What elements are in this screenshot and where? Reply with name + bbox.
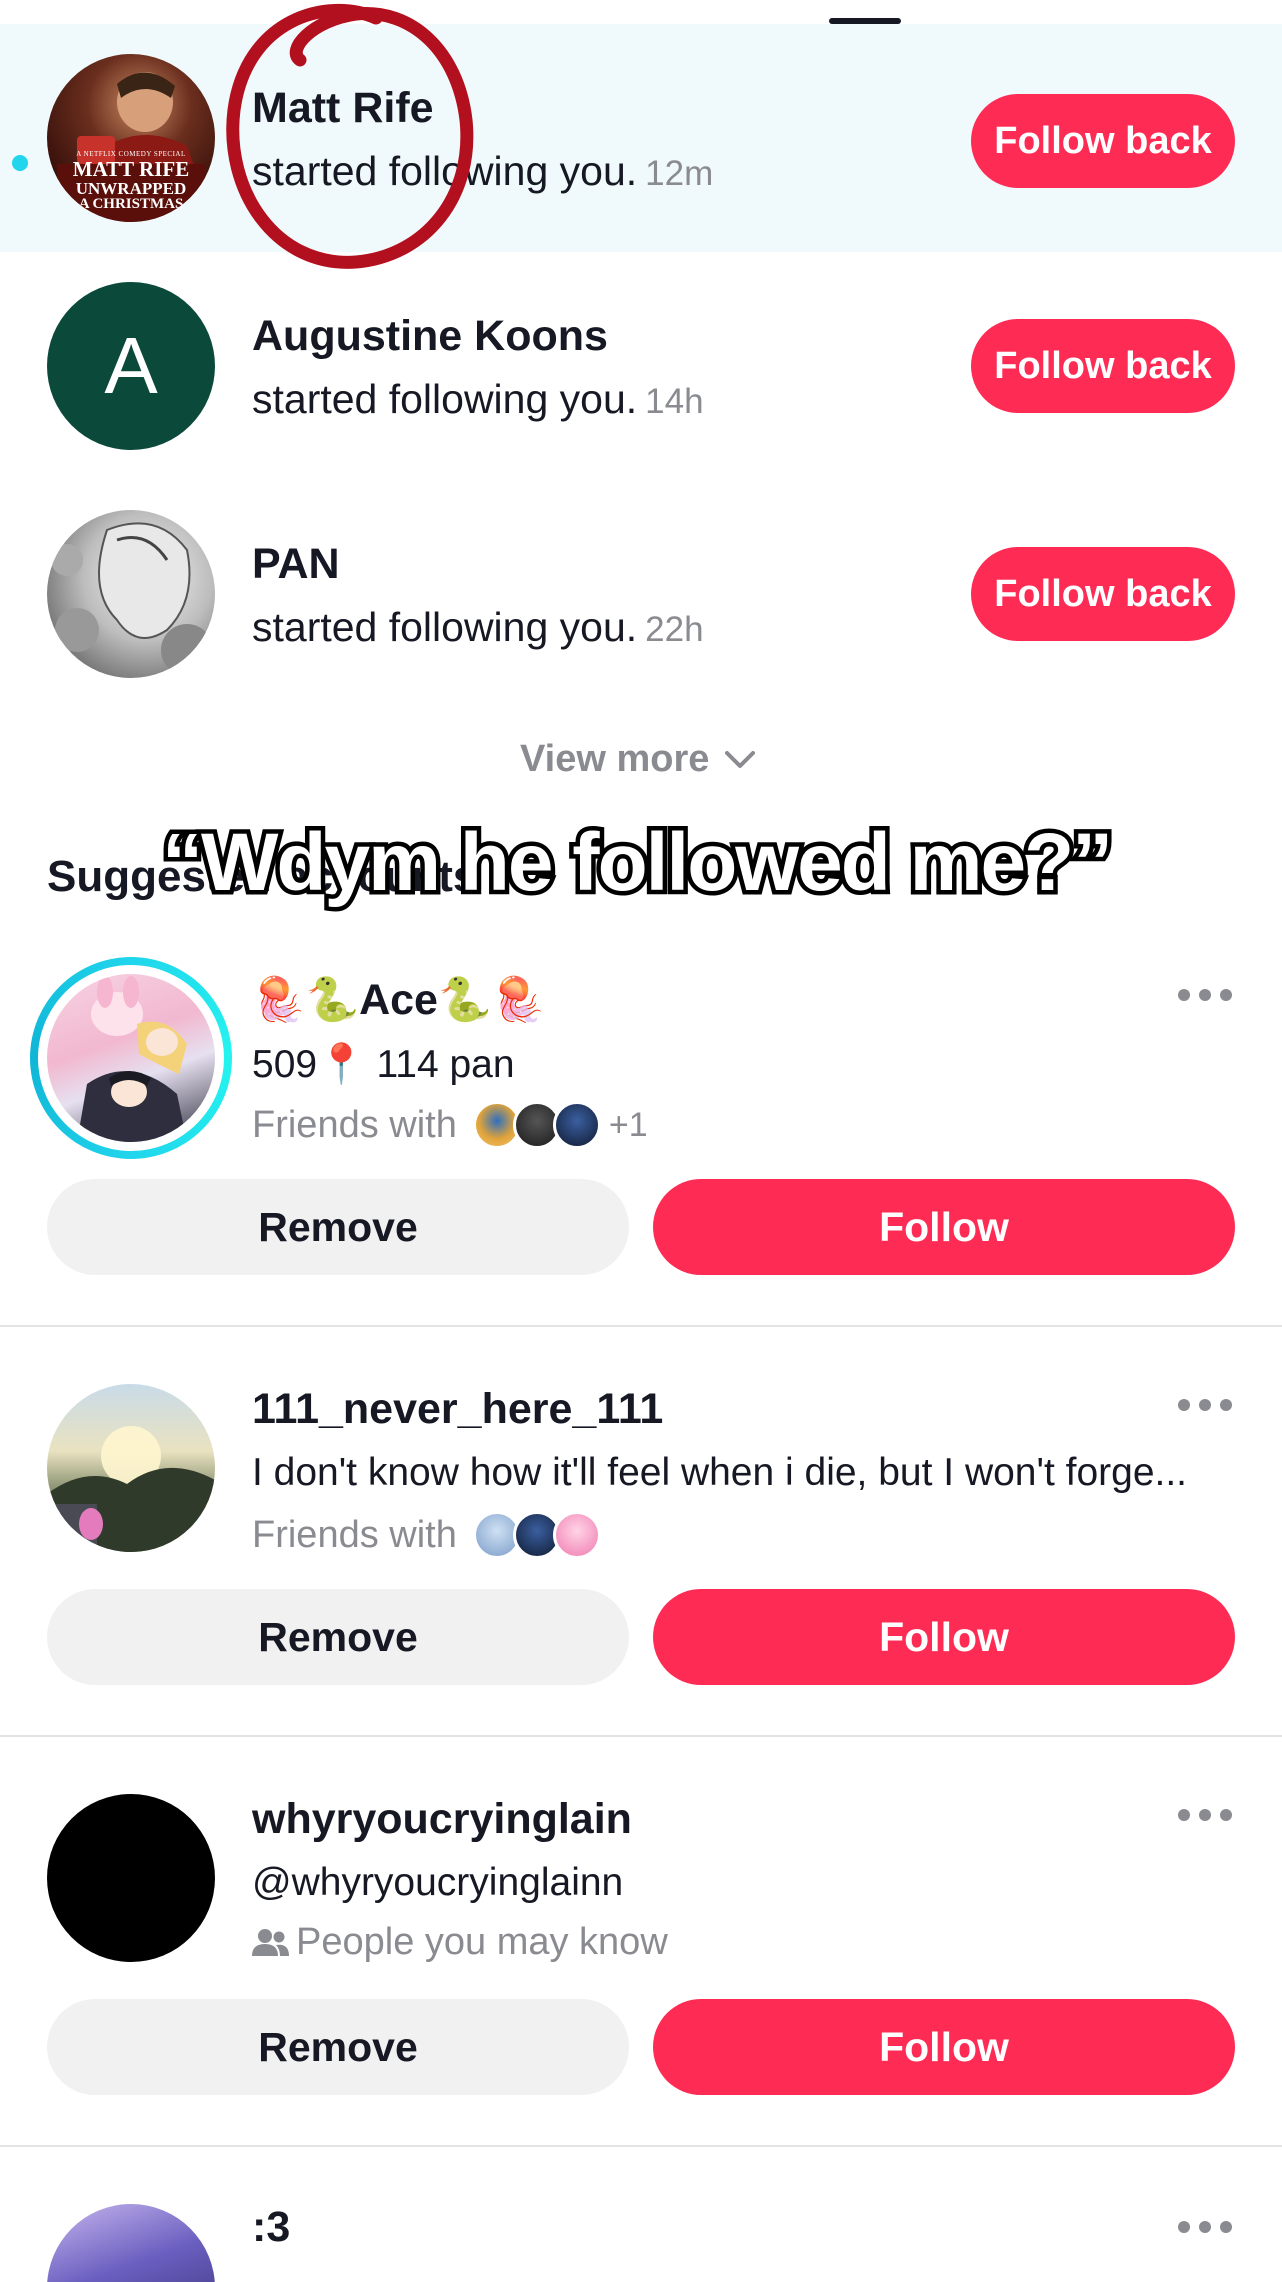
follow-button[interactable]: Follow	[653, 1589, 1235, 1685]
avatar[interactable]	[47, 1384, 215, 1552]
view-more-label: View more	[520, 738, 710, 780]
suggested-account-card[interactable]: 🪼🐍Ace🐍🪼 509📍 114 pan Friends with +1 Rem…	[0, 917, 1282, 1327]
remove-button[interactable]: Remove	[47, 1999, 629, 2095]
avatar-caption: A CHRISTMAS	[78, 196, 184, 212]
avatar-image	[51, 522, 213, 676]
notification-row[interactable]: PAN started following you. 22h Follow bac…	[0, 480, 1282, 708]
friends-with-label: Friends with	[252, 1103, 457, 1146]
suggested-username[interactable]: whyryoucryinglain	[252, 1795, 632, 1844]
notification-time: 14h	[645, 382, 704, 421]
circle-annotation	[226, 3, 474, 269]
avatar-caption: UNWRAPPED	[75, 179, 187, 198]
friend-avatar	[552, 1101, 601, 1149]
unread-dot-icon	[12, 155, 28, 171]
avatar[interactable]	[47, 510, 215, 678]
follow-back-button[interactable]: Follow back	[971, 547, 1235, 641]
suggested-account-card[interactable]: :3	[0, 2147, 1282, 2282]
notification-time: 12m	[645, 154, 714, 193]
overlay-caption: “Wdym he followed me?”	[157, 813, 1117, 913]
avatar[interactable]: A NETFLIX COMEDY SPECIAL MATT RIFE UNWRA…	[47, 54, 215, 222]
notification-row[interactable]: A NETFLIX COMEDY SPECIAL MATT RIFE UNWRA…	[0, 24, 1282, 252]
avatar[interactable]	[47, 1794, 215, 1962]
friends-with-row: Friends with	[252, 1511, 601, 1559]
follow-button[interactable]: Follow	[653, 1179, 1235, 1275]
friends-extra-count: +1	[608, 1105, 648, 1144]
suggested-account-card[interactable]: whyryoucryinglain @whyryoucryinglainn Pe…	[0, 1737, 1282, 2147]
notification-text: started following you. 14h	[252, 376, 704, 423]
more-horizontal-icon[interactable]	[1178, 1395, 1232, 1415]
avatar-image	[77, 976, 187, 1142]
suggested-account-card[interactable]: 111_never_here_111 I don't know how it'l…	[0, 1327, 1282, 1737]
friend-avatar	[552, 1511, 601, 1559]
avatar-image	[47, 1426, 215, 1552]
notification-username[interactable]: Augustine Koons	[252, 312, 608, 361]
suggested-bio: I don't know how it'll feel when i die, …	[252, 1451, 1188, 1494]
suggested-username[interactable]: :3	[252, 2203, 290, 2252]
avatar[interactable]: A	[47, 282, 215, 450]
avatar-initial: A	[104, 321, 158, 410]
notification-time: 22h	[645, 610, 704, 649]
suggested-bio: 509📍 114 pan	[252, 1043, 515, 1086]
more-horizontal-icon[interactable]	[1178, 985, 1232, 1005]
avatar[interactable]	[47, 2204, 215, 2282]
friends-with-row: Friends with +1	[252, 1101, 648, 1149]
view-more-button[interactable]: View more	[520, 738, 757, 781]
notification-row[interactable]: A Augustine Koons started following you.…	[0, 252, 1282, 480]
chevron-down-icon	[725, 750, 756, 768]
friends-with-label: Friends with	[252, 1513, 457, 1556]
notification-message: started following you.	[252, 604, 638, 650]
follow-button[interactable]: Follow	[653, 1999, 1235, 2095]
notification-message: started following you.	[252, 376, 638, 422]
avatar[interactable]	[47, 974, 215, 1142]
more-horizontal-icon[interactable]	[1178, 2217, 1232, 2237]
suggested-handle: @whyryoucryinglainn	[252, 1861, 624, 1904]
avatar-caption: MATT RIFE	[72, 157, 190, 181]
people-you-may-know-row: People you may know	[252, 1921, 668, 1964]
people-you-may-know-label: People you may know	[296, 1921, 668, 1963]
remove-button[interactable]: Remove	[47, 1179, 629, 1275]
suggested-username[interactable]: 🪼🐍Ace🐍🪼	[252, 975, 545, 1025]
follow-back-button[interactable]: Follow back	[971, 94, 1235, 188]
suggested-username[interactable]: 111_never_here_111	[252, 1385, 663, 1434]
top-bar	[0, 0, 1282, 24]
remove-button[interactable]: Remove	[47, 1589, 629, 1685]
more-horizontal-icon[interactable]	[1178, 1805, 1232, 1825]
notification-username[interactable]: PAN	[252, 540, 340, 589]
notification-text: started following you. 22h	[252, 604, 704, 651]
people-icon	[252, 1928, 289, 1956]
follow-back-button[interactable]: Follow back	[971, 319, 1235, 413]
